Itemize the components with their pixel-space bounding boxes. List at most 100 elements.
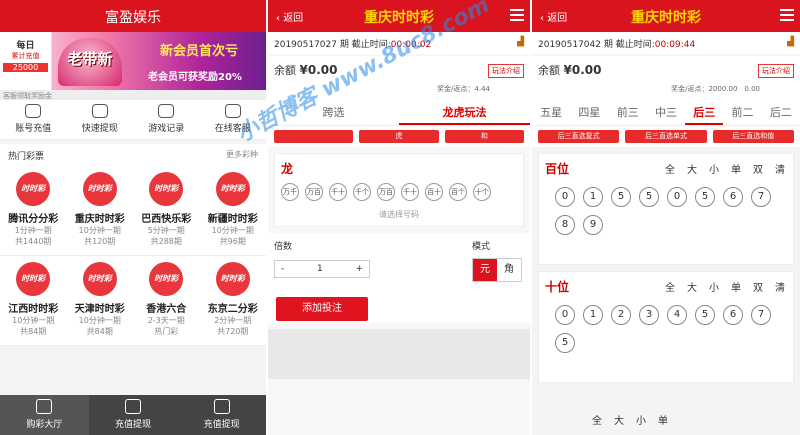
quick-select-ops: 全 大 小 单 双 清 — [665, 279, 785, 294]
op-small[interactable]: 小 — [636, 412, 646, 427]
menu-icon[interactable] — [510, 9, 524, 21]
bet-type-tie[interactable]: 和 — [444, 130, 524, 143]
number-ball[interactable]: 0 — [667, 187, 687, 207]
op-even[interactable]: 双 — [753, 279, 763, 294]
op-odd[interactable]: 单 — [731, 279, 741, 294]
lottery-item[interactable]: 时时彩 腾讯分分彩 1分钟一期 共1440期 — [0, 166, 67, 256]
lottery-item[interactable]: 时时彩 东京二分彩 2分钟一期 共720期 — [199, 256, 266, 346]
bet-settings: 倍数 - 1 + 模式 元 角 添加投注 — [268, 233, 530, 323]
more-lotteries-link[interactable]: 更多彩种 — [226, 149, 258, 161]
tab-dragon-tiger[interactable]: 龙虎玩法 — [399, 100, 530, 125]
op-odd[interactable]: 单 — [731, 161, 741, 176]
position-ball[interactable]: 百十 — [425, 183, 443, 201]
tab-cross[interactable]: 跨选 — [268, 100, 399, 125]
tab-front-three[interactable]: 前三 — [609, 100, 647, 125]
number-ball[interactable]: 5 — [555, 333, 575, 353]
number-ball[interactable]: 5 — [695, 305, 715, 325]
tab-middle-three[interactable]: 中三 — [647, 100, 685, 125]
op-clear[interactable]: 清 — [775, 161, 785, 176]
bet-type-dragon[interactable] — [274, 130, 354, 143]
deadline-label: 截止时间: — [615, 40, 655, 50]
tab-last-three[interactable]: 后三 — [685, 100, 724, 125]
position-ball[interactable]: 万百 — [377, 183, 395, 201]
promo-main-text: 老带新 — [58, 38, 122, 86]
tab-four-star[interactable]: 四星 — [570, 100, 608, 125]
position-ball[interactable]: 十个 — [473, 183, 491, 201]
bet-type-tiger[interactable]: 虎 — [359, 130, 439, 143]
position-ball[interactable]: 千个 — [353, 183, 371, 201]
number-ball[interactable]: 5 — [639, 187, 659, 207]
chart-icon[interactable]: ▟ — [787, 37, 794, 49]
number-ball[interactable]: 2 — [611, 305, 631, 325]
menu-icon[interactable] — [780, 9, 794, 21]
position-ball[interactable]: 千十 — [329, 183, 347, 201]
lottery-count: 共84期 — [20, 327, 47, 336]
bet-type-compound[interactable]: 后三直选复式 — [538, 130, 620, 143]
tab-deposit-withdraw-2[interactable]: 充值提现 — [177, 395, 266, 435]
op-big[interactable]: 大 — [687, 161, 697, 176]
mode-yuan[interactable]: 元 — [473, 259, 497, 281]
lottery-item[interactable]: 时时彩 新疆时时彩 10分钟一期 共96期 — [199, 166, 266, 256]
game-record-button[interactable]: 游戏记录 — [133, 100, 200, 139]
lottery-item[interactable]: 时时彩 香港六合 2-3天一期 热门彩 — [133, 256, 200, 346]
number-ball[interactable]: 3 — [639, 305, 659, 325]
multiple-stepper[interactable]: - 1 + — [274, 260, 370, 278]
multiple-value[interactable]: 1 — [317, 264, 323, 274]
number-ball[interactable]: 1 — [583, 305, 603, 325]
rules-button[interactable]: 玩法介绍 — [488, 64, 524, 78]
op-clear[interactable]: 清 — [775, 279, 785, 294]
game-title: 重庆时时彩 — [631, 10, 701, 26]
minus-button[interactable]: - — [281, 264, 284, 274]
mode-jiao[interactable]: 角 — [497, 259, 521, 281]
number-ball[interactable]: 8 — [555, 215, 575, 235]
number-ball[interactable]: 6 — [723, 305, 743, 325]
op-small[interactable]: 小 — [709, 161, 719, 176]
tab-last-two[interactable]: 后二 — [762, 100, 800, 125]
op-even[interactable]: 双 — [753, 161, 763, 176]
number-ball[interactable]: 5 — [611, 187, 631, 207]
rules-button[interactable]: 玩法介绍 — [758, 64, 794, 78]
quick-deposit-button[interactable]: 账号充值 — [0, 100, 67, 139]
op-big[interactable]: 大 — [614, 412, 624, 427]
op-odd[interactable]: 单 — [658, 412, 668, 427]
lottery-item[interactable]: 时时彩 巴西快乐彩 5分钟一期 共288期 — [133, 166, 200, 256]
number-ball[interactable]: 0 — [555, 187, 575, 207]
deposit-promo-card[interactable]: 每日 累计充值 25000 — [0, 32, 52, 90]
promo-banner[interactable]: 每日 累计充值 25000 老带新 新会员首次亏 老会员可获奖励20% — [0, 32, 266, 90]
bet-type-single[interactable]: 后三直选单式 — [625, 130, 707, 143]
position-ball[interactable]: 百个 — [449, 183, 467, 201]
op-all[interactable]: 全 — [665, 279, 675, 294]
plus-button[interactable]: + — [355, 264, 363, 274]
dragon-area: 龙 万千 万百 千十 千个 万百 千十 百十 百个 十个 请选择号码 — [274, 153, 524, 227]
number-ball[interactable]: 0 — [555, 305, 575, 325]
number-ball[interactable]: 1 — [583, 187, 603, 207]
position-ball[interactable]: 万百 — [305, 183, 323, 201]
tab-five-star[interactable]: 五星 — [532, 100, 570, 125]
position-ball[interactable]: 万千 — [281, 183, 299, 201]
op-small[interactable]: 小 — [709, 279, 719, 294]
number-ball[interactable]: 4 — [667, 305, 687, 325]
lottery-item[interactable]: 时时彩 江西时时彩 10分钟一期 共84期 — [0, 256, 67, 346]
chart-icon[interactable]: ▟ — [517, 37, 524, 49]
number-ball[interactable]: 7 — [751, 305, 771, 325]
op-all[interactable]: 全 — [665, 161, 675, 176]
number-ball[interactable]: 9 — [583, 215, 603, 235]
position-ball[interactable]: 千十 — [401, 183, 419, 201]
quick-withdraw-button[interactable]: 快速提现 — [67, 100, 134, 139]
number-ball[interactable]: 7 — [751, 187, 771, 207]
number-ball[interactable]: 5 — [695, 187, 715, 207]
lottery-item[interactable]: 时时彩 天津时时彩 10分钟一期 共84期 — [66, 256, 133, 346]
add-bet-button[interactable]: 添加投注 — [276, 297, 368, 321]
op-all[interactable]: 全 — [592, 412, 602, 427]
tab-front-two[interactable]: 前二 — [723, 100, 761, 125]
number-ball[interactable]: 6 — [723, 187, 743, 207]
lottery-item[interactable]: 时时彩 重庆时时彩 10分钟一期 共120期 — [66, 166, 133, 256]
lottery-logo-icon: 时时彩 — [149, 262, 184, 296]
tab-deposit-withdraw[interactable]: 充值提现 — [89, 395, 178, 435]
play-tabs: 跨选 龙虎玩法 — [268, 100, 530, 126]
bet-type-sum[interactable]: 后三直选和值 — [712, 130, 794, 143]
op-big[interactable]: 大 — [687, 279, 697, 294]
tab-lottery-hall[interactable]: 购彩大厅 — [0, 395, 89, 435]
online-service-button[interactable]: 在线客服 — [200, 100, 267, 139]
bet-type-buttons: 后三直选复式 后三直选单式 后三直选和值 — [532, 126, 800, 147]
